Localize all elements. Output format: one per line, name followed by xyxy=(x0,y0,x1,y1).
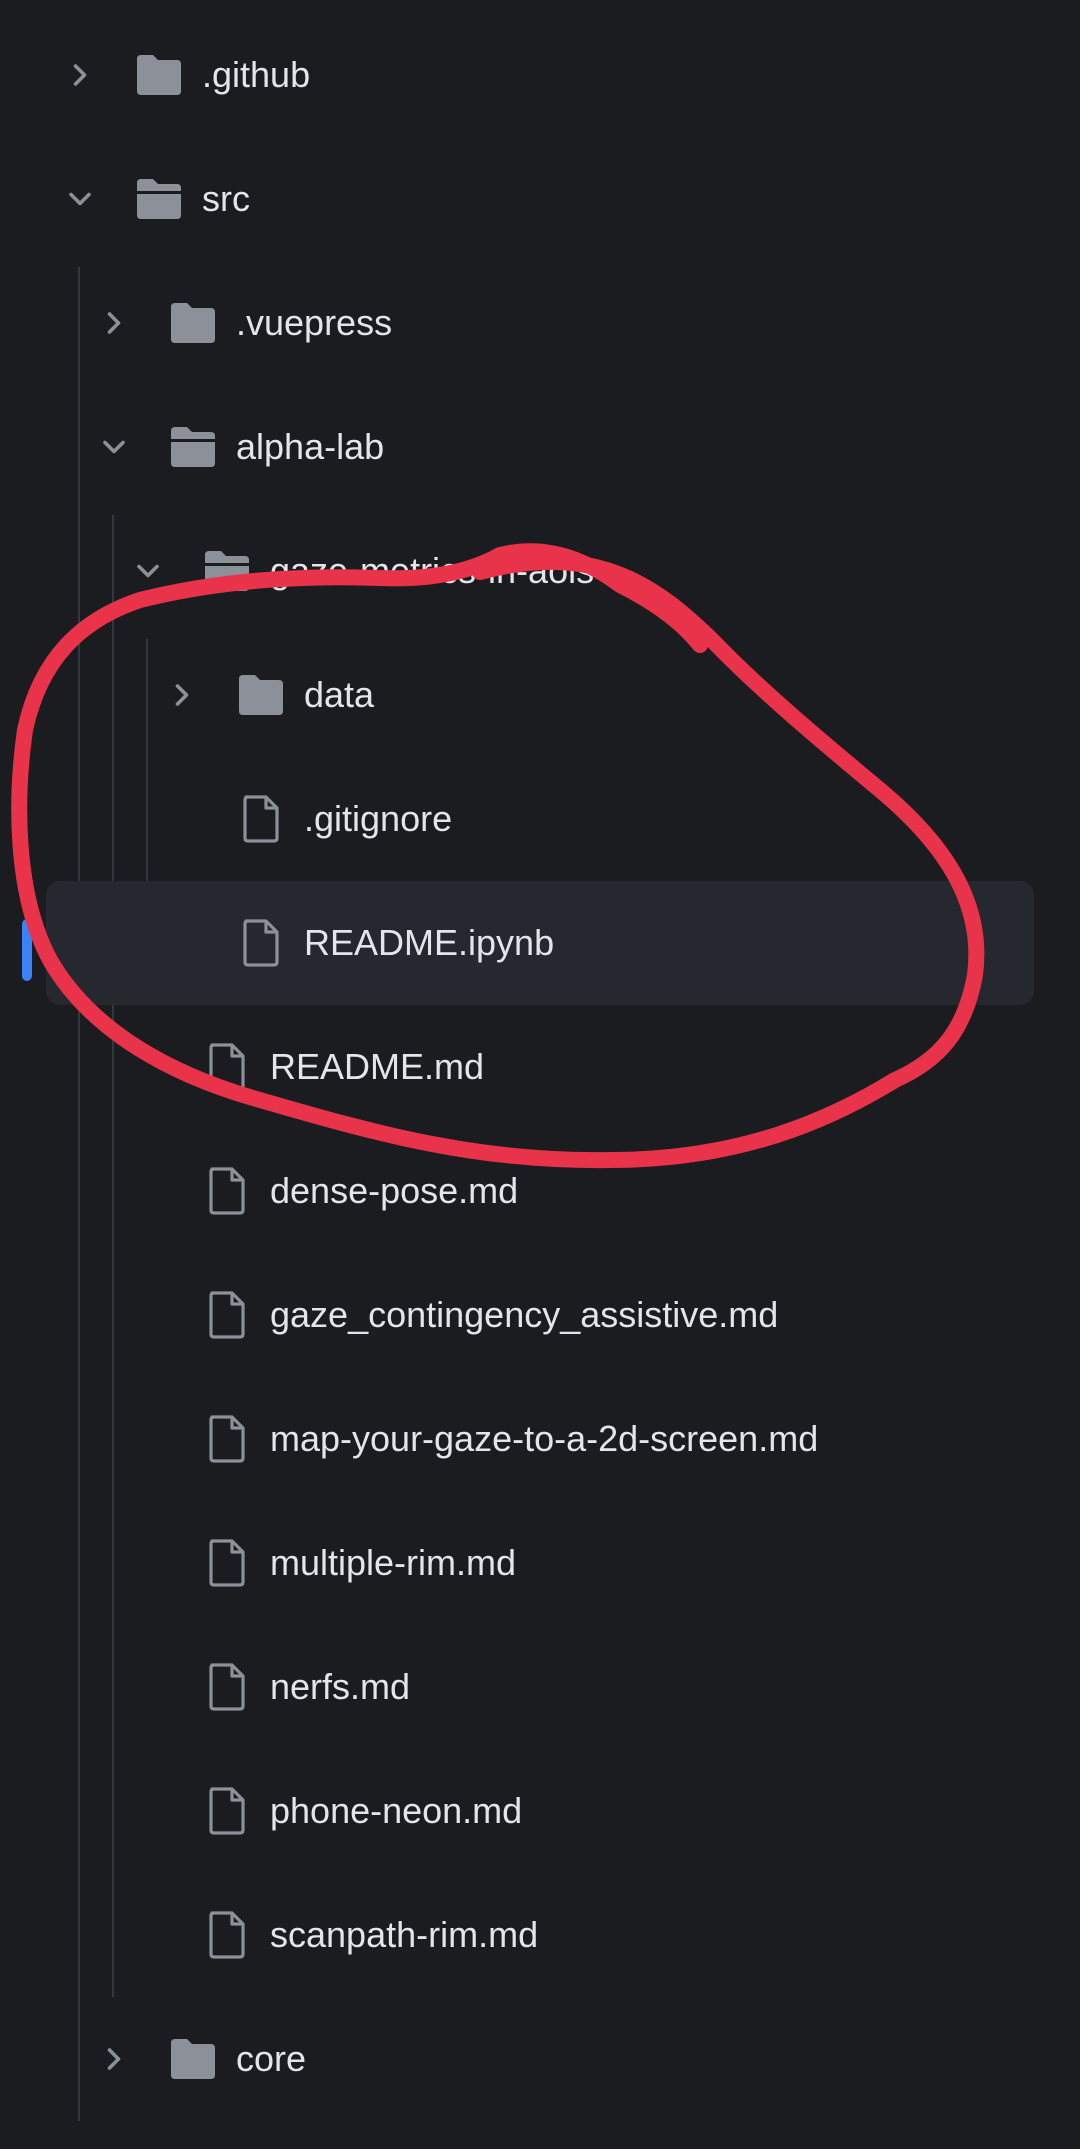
tree-item-label: README.ipynb xyxy=(304,922,555,963)
file-icon xyxy=(202,1661,252,1713)
tree-folder-core[interactable]: core xyxy=(0,1997,1080,2121)
tree-item-label: map-your-gaze-to-a-2d-screen.md xyxy=(270,1418,819,1459)
folder-icon xyxy=(168,297,218,349)
folder-icon xyxy=(236,669,286,721)
file-icon xyxy=(202,1041,252,1093)
file-icon xyxy=(202,1909,252,1961)
tree-file-gaze-contingency-assistive-md[interactable]: gaze_contingency_assistive.md xyxy=(0,1253,1080,1377)
tree-item-label: phone-neon.md xyxy=(270,1790,523,1831)
chevron-down-icon[interactable] xyxy=(62,181,98,217)
file-icon xyxy=(236,917,286,969)
tree-item-label: README.md xyxy=(270,1046,485,1087)
tree-folder-github[interactable]: .github xyxy=(0,13,1080,137)
folder-icon xyxy=(134,49,184,101)
tree-folder-src[interactable]: src xyxy=(0,137,1080,261)
tree-file-nerfs-md[interactable]: nerfs.md xyxy=(0,1625,1080,1749)
tree-file-multiple-rim-md[interactable]: multiple-rim.md xyxy=(0,1501,1080,1625)
folder-open-icon xyxy=(168,421,218,473)
chevron-right-icon[interactable] xyxy=(164,677,200,713)
tree-item-label: alpha-lab xyxy=(236,426,385,467)
tree-item-label: .github xyxy=(202,54,311,95)
tree-item-label: .vuepress xyxy=(236,302,393,343)
chevron-right-icon[interactable] xyxy=(62,57,98,93)
tree-file-scanpath-rim-md[interactable]: scanpath-rim.md xyxy=(0,1873,1080,1997)
tree-file-map-your-gaze-to-a-2d-screen-md[interactable]: map-your-gaze-to-a-2d-screen.md xyxy=(0,1377,1080,1501)
tree-file-readme-md[interactable]: README.md xyxy=(0,1005,1080,1129)
tree-folder-data[interactable]: data xyxy=(0,633,1080,757)
tree-file-dense-pose-md[interactable]: dense-pose.md xyxy=(0,1129,1080,1253)
tree-folder-alpha-lab[interactable]: alpha-lab xyxy=(0,385,1080,509)
selection-indicator xyxy=(22,919,32,981)
tree-item-label: .gitignore xyxy=(304,798,453,839)
tree-item-label: src xyxy=(202,178,250,219)
tree-file-gitignore[interactable]: .gitignore xyxy=(0,757,1080,881)
file-icon xyxy=(236,793,286,845)
tree-file-phone-neon-md[interactable]: phone-neon.md xyxy=(0,1749,1080,1873)
file-icon xyxy=(202,1165,252,1217)
file-icon xyxy=(202,1785,252,1837)
folder-icon xyxy=(168,2033,218,2085)
tree-item-label: dense-pose.md xyxy=(270,1170,519,1211)
file-icon xyxy=(202,1537,252,1589)
tree-item-label: data xyxy=(304,674,375,715)
tree-item-label: nerfs.md xyxy=(270,1666,411,1707)
chevron-right-icon[interactable] xyxy=(96,305,132,341)
tree-file-readme-ipynb[interactable]: README.ipynb xyxy=(0,881,1080,1005)
folder-open-icon xyxy=(134,173,184,225)
tree-folder-gaze-metrics-in-aois[interactable]: gaze-metrics-in-aois xyxy=(0,509,1080,633)
chevron-down-icon[interactable] xyxy=(96,429,132,465)
chevron-down-icon[interactable] xyxy=(130,553,166,589)
file-explorer-tree: .github src .vuepress alpha-lab gaze-metrics… xyxy=(0,0,1080,2149)
tree-item-label: scanpath-rim.md xyxy=(270,1914,539,1955)
tree-folder-vuepress[interactable]: .vuepress xyxy=(0,261,1080,385)
file-icon xyxy=(202,1413,252,1465)
tree-item-label: multiple-rim.md xyxy=(270,1542,517,1583)
file-icon xyxy=(202,1289,252,1341)
folder-open-icon xyxy=(202,545,252,597)
tree-item-label: core xyxy=(236,2038,307,2079)
tree-item-label: gaze_contingency_assistive.md xyxy=(270,1294,779,1335)
chevron-right-icon[interactable] xyxy=(96,2041,132,2077)
tree-item-label: gaze-metrics-in-aois xyxy=(270,550,595,591)
